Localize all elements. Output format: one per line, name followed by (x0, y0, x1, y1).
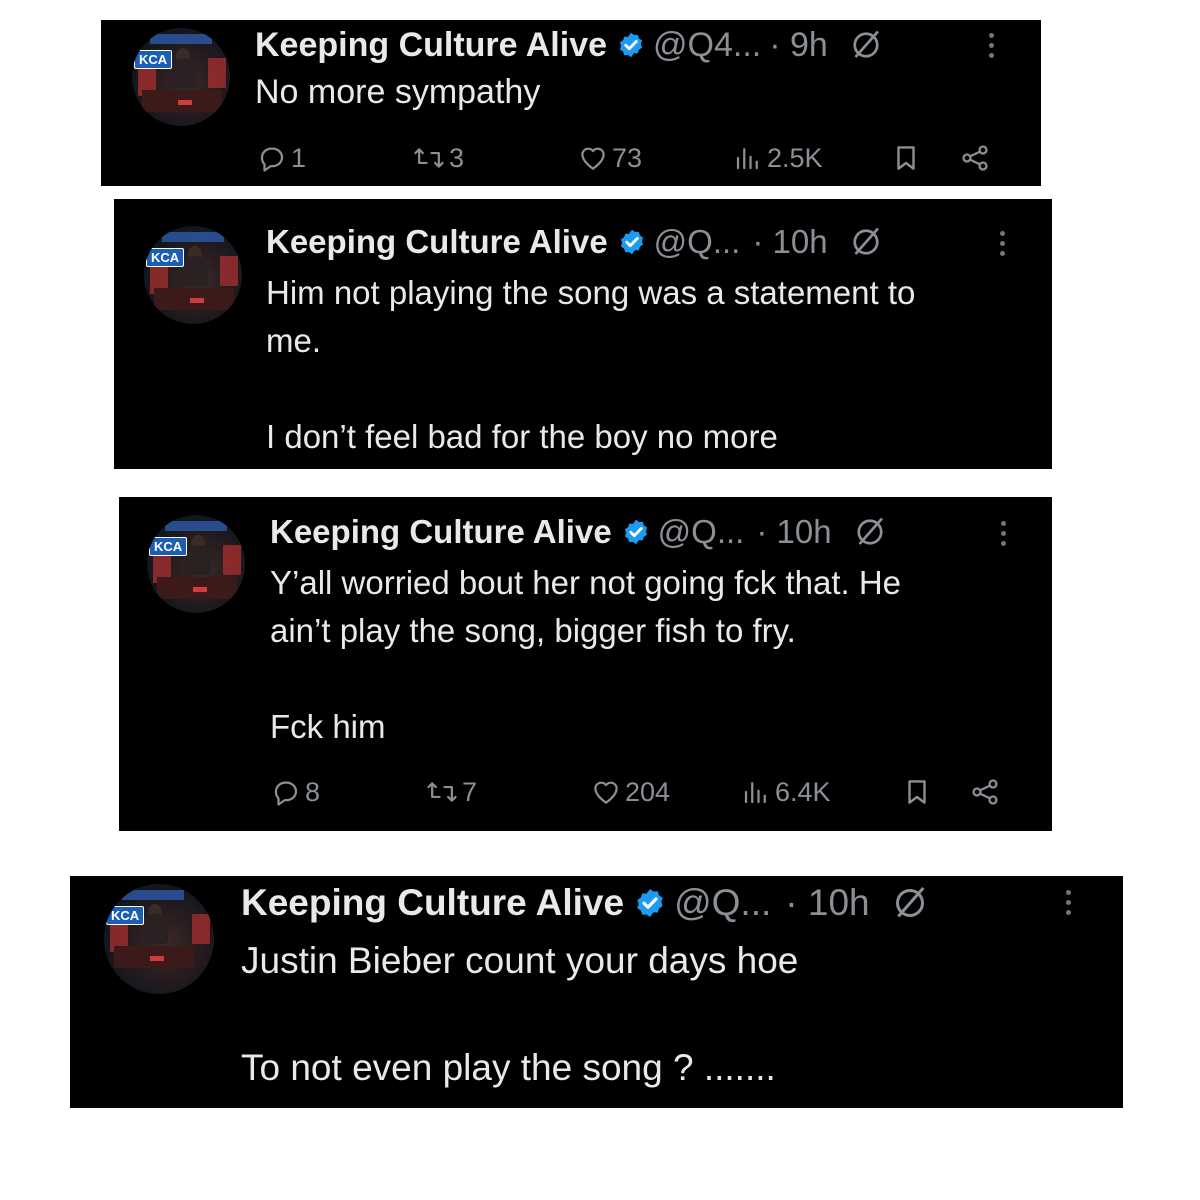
share-icon (959, 142, 991, 174)
verified-badge-icon (618, 228, 646, 256)
more-options-icon[interactable] (989, 33, 994, 58)
repost-button[interactable]: 7 (426, 777, 477, 808)
avatar[interactable]: KCA (147, 515, 245, 613)
views-icon (741, 777, 771, 807)
repost-count: 3 (449, 142, 465, 173)
tweet-header: Keeping Culture Alive @Q4... · 9h (255, 24, 884, 66)
timestamp[interactable]: · 10h (752, 223, 827, 261)
verified-badge-icon (622, 518, 650, 546)
view-count: 6.4K (775, 776, 831, 807)
verified-badge-icon (617, 31, 645, 59)
user-handle[interactable]: @Q... (674, 882, 771, 924)
views-icon (733, 143, 763, 173)
user-handle[interactable]: @Q4... (653, 26, 761, 65)
tweet-text: Justin Bieber count your days hoe To not… (241, 940, 799, 1089)
reply-icon (257, 143, 287, 173)
tweet-actions: 1 3 73 2.5K (101, 138, 1041, 178)
more-options-icon[interactable] (1066, 890, 1071, 915)
avatar[interactable]: KCA (104, 884, 214, 994)
repost-icon (413, 143, 445, 173)
like-count: 73 (612, 142, 643, 173)
tweet-header: Keeping Culture Alive @Q... · 10h (241, 880, 930, 926)
user-handle[interactable]: @Q... (658, 513, 745, 551)
tweet-header: Keeping Culture Alive @Q... · 10h (270, 511, 888, 553)
tweet-card[interactable]: KCA Keeping Culture Alive @Q... · 10h Ju… (70, 876, 1123, 1108)
grok-icon[interactable] (848, 27, 884, 63)
avatar-logo-text: KCA (106, 906, 145, 925)
tweet-actions: 8 7 204 6.4K (119, 772, 1052, 812)
views-button[interactable]: 2.5K (733, 143, 823, 174)
view-count: 2.5K (767, 142, 823, 173)
like-button[interactable]: 204 (591, 777, 670, 808)
like-count: 204 (625, 776, 671, 807)
reply-icon (271, 777, 301, 807)
share-button[interactable] (959, 142, 991, 174)
avatar-logo-text: KCA (149, 537, 188, 556)
tweet-card[interactable]: KCA Keeping Culture Alive @Q... · 10h Hi… (114, 199, 1052, 469)
bookmark-button[interactable] (891, 143, 921, 173)
share-button[interactable] (969, 776, 1001, 808)
like-button[interactable]: 73 (578, 143, 642, 174)
tweet-text: Y’all worried bout her not going fck tha… (270, 564, 902, 745)
views-button[interactable]: 6.4K (741, 777, 831, 808)
reply-button[interactable]: 8 (271, 777, 320, 808)
grok-icon[interactable] (890, 883, 930, 923)
timestamp[interactable]: · 10h (785, 882, 869, 924)
reply-count: 8 (305, 776, 321, 807)
tweet-card[interactable]: KCA Keeping Culture Alive @Q... · 10h Y’… (119, 497, 1052, 831)
tweet-text: Him not playing the song was a statement… (266, 274, 916, 455)
user-handle[interactable]: @Q... (654, 223, 741, 261)
display-name[interactable]: Keeping Culture Alive (270, 513, 612, 551)
tweet-header: Keeping Culture Alive @Q... · 10h (266, 221, 884, 263)
reply-button[interactable]: 1 (257, 143, 306, 174)
display-name[interactable]: Keeping Culture Alive (255, 26, 607, 65)
repost-count: 7 (462, 776, 478, 807)
like-icon (578, 143, 608, 173)
share-icon (969, 776, 1001, 808)
tweet-text: No more sympathy (255, 73, 541, 111)
bookmark-icon (902, 777, 932, 807)
bookmark-icon (891, 143, 921, 173)
repost-button[interactable]: 3 (413, 143, 464, 174)
avatar[interactable]: KCA (144, 226, 242, 324)
like-icon (591, 777, 621, 807)
reply-count: 1 (291, 142, 307, 173)
more-options-icon[interactable] (1000, 231, 1005, 256)
more-options-icon[interactable] (1001, 521, 1006, 546)
display-name[interactable]: Keeping Culture Alive (266, 223, 608, 261)
verified-badge-icon (634, 887, 666, 919)
avatar-logo-text: KCA (134, 50, 173, 69)
avatar-logo-text: KCA (146, 248, 185, 267)
timestamp[interactable]: · 10h (756, 513, 831, 551)
timestamp[interactable]: · 9h (769, 26, 828, 65)
display-name[interactable]: Keeping Culture Alive (241, 882, 624, 924)
grok-icon[interactable] (852, 514, 888, 550)
avatar[interactable]: KCA (132, 28, 230, 126)
bookmark-button[interactable] (902, 777, 932, 807)
grok-icon[interactable] (848, 224, 884, 260)
tweet-card[interactable]: KCA Keeping Culture Alive @Q4... · 9h No… (101, 20, 1041, 186)
repost-icon (426, 777, 458, 807)
